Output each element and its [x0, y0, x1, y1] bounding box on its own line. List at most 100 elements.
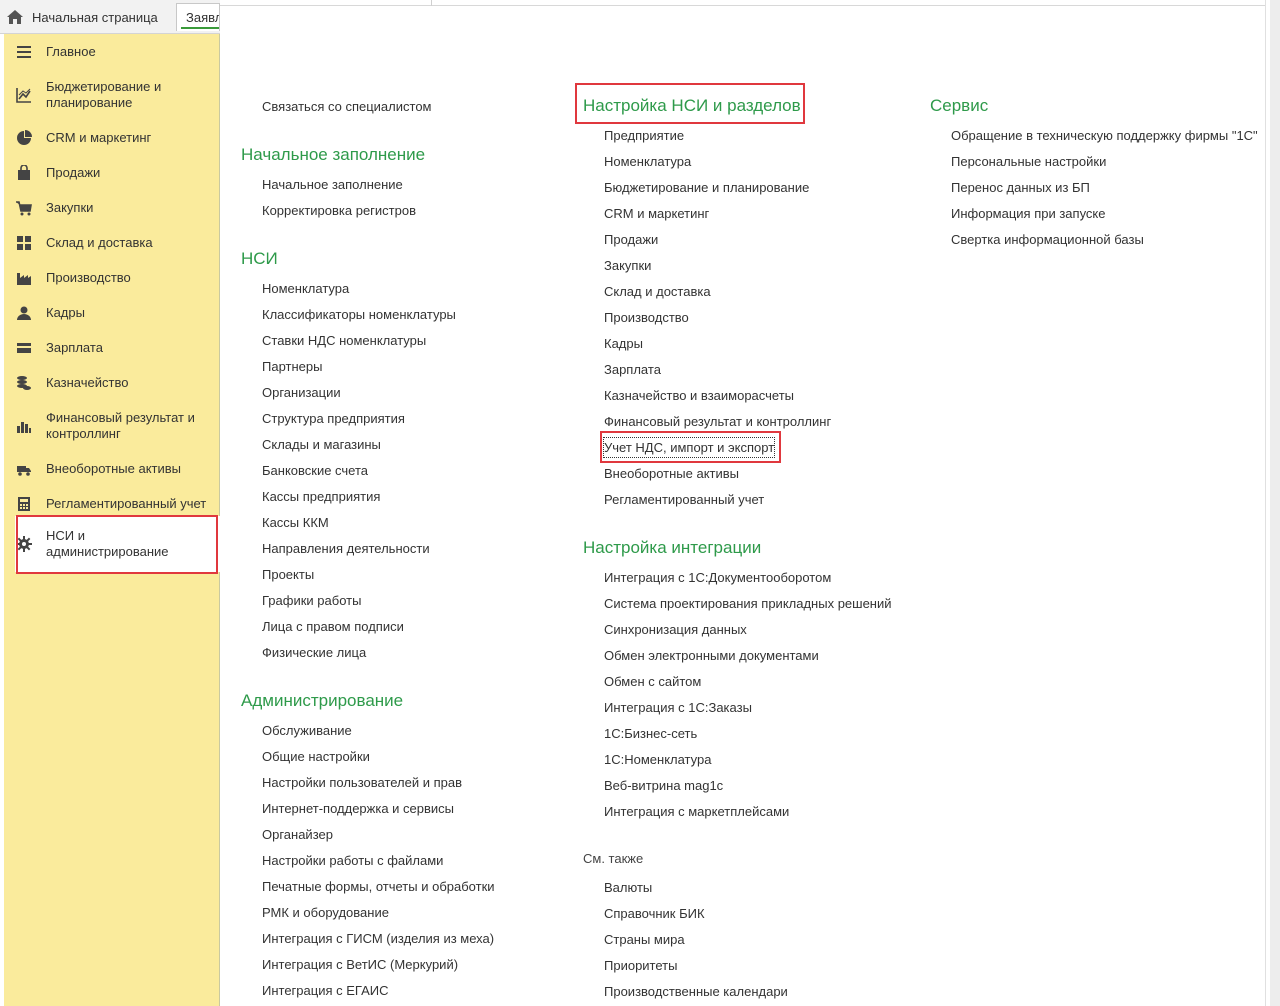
link-item[interactable]: CRM и маркетинг	[604, 206, 709, 221]
link-item[interactable]: Обращение в техническую поддержку фирмы …	[951, 128, 1258, 143]
link-item[interactable]: Справочник БИК	[604, 906, 705, 921]
factory-icon	[16, 270, 32, 286]
link-item[interactable]: Партнеры	[262, 359, 322, 374]
coins-icon	[16, 375, 32, 391]
sidebar-item-fixed-assets[interactable]: Внеоборотные активы	[4, 455, 220, 483]
tab-home[interactable]: Начальная страница	[6, 4, 158, 30]
link-item[interactable]: Бюджетирование и планирование	[604, 180, 809, 195]
sidebar-item-label: Внеоборотные активы	[46, 461, 182, 476]
link-item[interactable]: Кадры	[604, 336, 643, 351]
link-item[interactable]: Склад и доставка	[604, 284, 711, 299]
link-item[interactable]: Органайзер	[262, 827, 333, 842]
link-item[interactable]: Начальное заполнение	[262, 177, 403, 192]
link-item[interactable]: Интеграция с ВетИС (Меркурий)	[262, 957, 458, 972]
link-item[interactable]: Финансовый результат и контроллинг	[604, 414, 831, 429]
link-item[interactable]: Валюты	[604, 880, 652, 895]
link-item[interactable]: Синхронизация данных	[604, 622, 747, 637]
link-item[interactable]: Интеграция с 1С:Заказы	[604, 700, 752, 715]
link-item[interactable]: Зарплата	[604, 362, 661, 377]
link-item[interactable]: Организации	[262, 385, 341, 400]
section-title-initial: Начальное заполнение	[241, 145, 426, 164]
tab-applications-label: Заявления	[186, 10, 219, 25]
section-title-service: Сервис	[930, 96, 989, 115]
link-item[interactable]: Настройки работы с файлами	[262, 853, 443, 868]
link-item[interactable]: Общие настройки	[262, 749, 370, 764]
sidebar-item-label: CRM и маркетинг	[46, 130, 152, 145]
highlight-box-sidebar	[16, 515, 218, 574]
main-content: Связаться со специалистом Начальное запо…	[220, 6, 1265, 1006]
link-item[interactable]: Кассы предприятия	[262, 489, 380, 504]
sidebar-item-label: Производство	[46, 270, 131, 285]
link-contact-specialist[interactable]: Связаться со специалистом	[262, 99, 432, 114]
sidebar-item-hr[interactable]: Кадры	[4, 299, 220, 327]
tab-applications[interactable]: Заявления	[176, 3, 220, 31]
link-item[interactable]: 1С:Бизнес-сеть	[604, 726, 697, 741]
link-item[interactable]: Интеграция с ЕГАИС	[262, 983, 388, 998]
link-item[interactable]: Страны мира	[604, 932, 685, 947]
link-item[interactable]: Корректировка регистров	[262, 203, 416, 218]
sidebar-item-purchases[interactable]: Закупки	[4, 194, 220, 222]
link-item[interactable]: Производство	[604, 310, 689, 325]
link-item[interactable]: Структура предприятия	[262, 411, 405, 426]
sidebar-item-regulated[interactable]: Регламентированный учет	[4, 490, 220, 518]
link-item[interactable]: Предприятие	[604, 128, 684, 143]
wallet-icon	[16, 340, 32, 356]
link-item[interactable]: Приоритеты	[604, 958, 677, 973]
link-item[interactable]: Веб-витрина mag1c	[604, 778, 723, 793]
link-item[interactable]: Производственные календари	[604, 984, 788, 999]
link-item[interactable]: Закупки	[604, 258, 651, 273]
link-item[interactable]: Лица с правом подписи	[262, 619, 404, 634]
sidebar-item-sales[interactable]: Продажи	[4, 159, 220, 187]
sidebar-item-label: Бюджетирование и планирование	[46, 79, 162, 110]
link-item[interactable]: Внеоборотные активы	[604, 466, 739, 481]
link-item[interactable]: Продажи	[604, 232, 658, 247]
link-item[interactable]: Обслуживание	[262, 723, 352, 738]
sidebar-item-treasury[interactable]: Казначейство	[4, 369, 220, 397]
link-item[interactable]: Интеграция с ГИСМ (изделия из меха)	[262, 931, 494, 946]
link-item[interactable]: Направления деятельности	[262, 541, 430, 556]
link-item[interactable]: Казначейство и взаиморасчеты	[604, 388, 794, 403]
link-item[interactable]: Обмен с сайтом	[604, 674, 701, 689]
link-item[interactable]: Персональные настройки	[951, 154, 1106, 169]
link-item[interactable]: Склады и магазины	[262, 437, 381, 452]
home-icon	[7, 10, 23, 24]
link-item[interactable]: Интеграция с 1С:Документооборотом	[604, 570, 831, 585]
link-item[interactable]: Интернет-поддержка и сервисы	[262, 801, 454, 816]
sidebar-item-warehouse[interactable]: Склад и доставка	[4, 229, 220, 257]
sidebar-item-salary[interactable]: Зарплата	[4, 334, 220, 362]
sidebar-item-label: Финансовый результат и контроллинг	[46, 410, 195, 441]
shopping-bag-icon	[16, 165, 32, 181]
sidebar-item-finance[interactable]: Финансовый результат и контроллинг	[4, 408, 220, 444]
link-item[interactable]: Информация при запуске	[951, 206, 1106, 221]
link-item[interactable]: Банковские счета	[262, 463, 368, 478]
link-item[interactable]: Физические лица	[262, 645, 366, 660]
link-item[interactable]: Классификаторы номенклатуры	[262, 307, 456, 322]
link-item[interactable]: Кассы ККМ	[262, 515, 329, 530]
link-item[interactable]: Регламентированный учет	[604, 492, 764, 507]
sidebar-item-main[interactable]: Главное	[4, 38, 220, 66]
link-item[interactable]: Обмен электронными документами	[604, 648, 819, 663]
link-item[interactable]: Перенос данных из БП	[951, 180, 1090, 195]
sidebar-item-label: Закупки	[46, 200, 94, 215]
sidebar-item-label: Казначейство	[46, 375, 129, 390]
link-item[interactable]: Номенклатура	[262, 281, 349, 296]
sidebar-item-label: Главное	[46, 44, 96, 59]
link-item[interactable]: Система проектирования прикладных решени…	[604, 596, 892, 611]
sidebar-item-production[interactable]: Производство	[4, 264, 220, 292]
link-item[interactable]: Проекты	[262, 567, 314, 582]
calculator-icon	[16, 496, 32, 512]
sidebar-item-budget[interactable]: Бюджетирование и планирование	[4, 77, 220, 113]
link-item[interactable]: Печатные формы, отчеты и обработки	[262, 879, 495, 894]
link-item[interactable]: Свертка информационной базы	[951, 232, 1144, 247]
link-item[interactable]: РМК и оборудование	[262, 905, 389, 920]
link-item[interactable]: Графики работы	[262, 593, 361, 608]
warehouse-grid-icon	[16, 235, 32, 251]
sidebar-item-crm[interactable]: CRM и маркетинг	[4, 124, 220, 152]
link-item[interactable]: Ставки НДС номенклатуры	[262, 333, 426, 348]
link-item[interactable]: Настройки пользователей и прав	[262, 775, 462, 790]
pie-chart-icon	[16, 130, 32, 146]
link-item[interactable]: Номенклатура	[604, 154, 691, 169]
bar-chart-icon	[16, 418, 32, 434]
link-item[interactable]: Интеграция с маркетплейсами	[604, 804, 789, 819]
link-item[interactable]: 1С:Номенклатура	[604, 752, 711, 767]
